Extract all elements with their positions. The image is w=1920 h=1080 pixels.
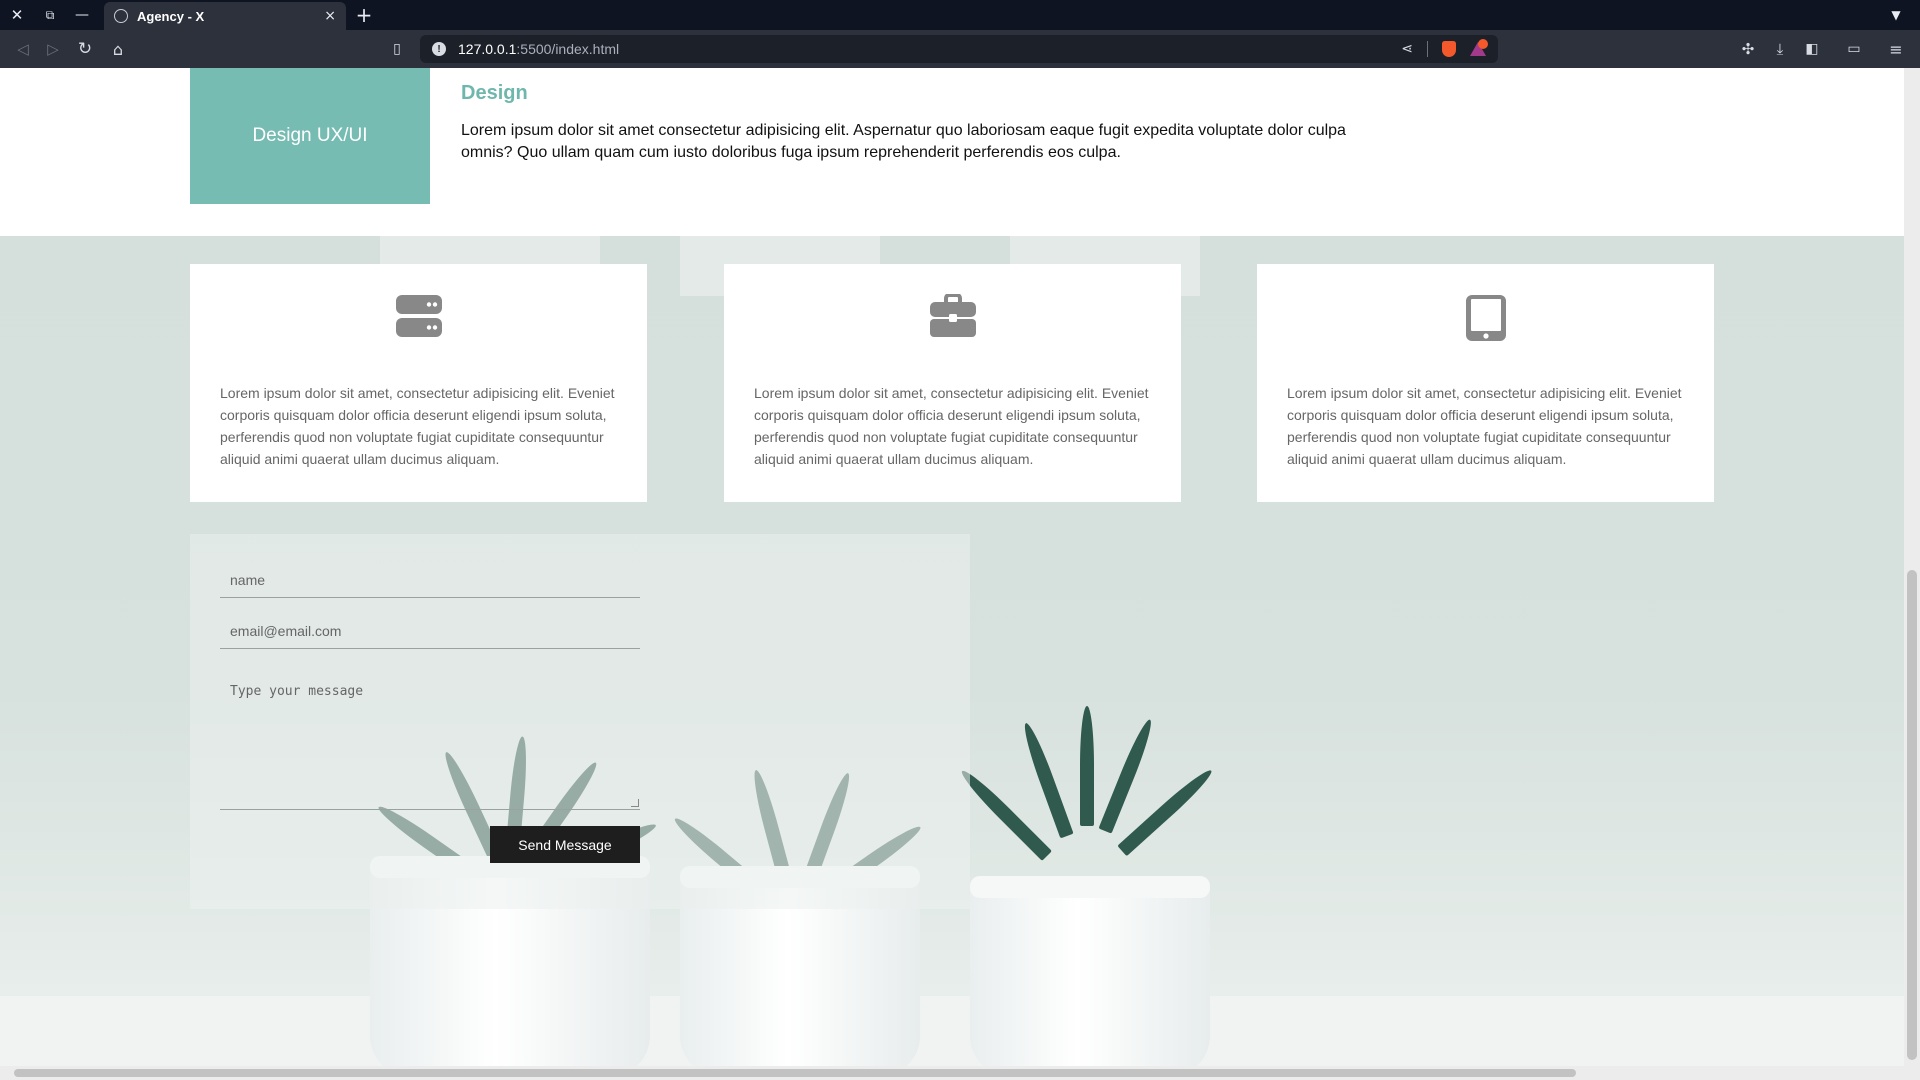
tab-title: Agency - X [137,8,205,24]
tab-list-chevron-icon[interactable]: ▼ [1884,0,1908,30]
resize-handle-icon[interactable] [631,799,639,807]
wallet-icon[interactable]: ▭ [1842,30,1866,68]
service-card-briefcase: Lorem ipsum dolor sit amet, consectetur … [724,264,1181,502]
divider [1427,41,1428,57]
site-info-icon[interactable]: ! [432,42,446,56]
url-path: :5500/index.html [516,41,620,57]
globe-icon [114,9,128,23]
plant-leaf [1019,720,1074,839]
browser-tab-bar: ✕ ⧉ — Agency - X × + ▼ [0,0,1920,30]
card-text: Lorem ipsum dolor sit amet, consectetur … [1287,385,1682,467]
tablet-icon [1465,295,1506,341]
briefcase-icon [929,294,976,337]
message-placeholder: Type your message [230,684,364,699]
design-ux-ui-box: Design UX/UI [190,68,430,204]
plant-leaf [1098,717,1157,834]
card-text: Lorem ipsum dolor sit amet, consectetur … [754,385,1149,467]
window-close-icon[interactable]: ✕ [6,0,28,30]
send-message-button[interactable]: Send Message [490,826,640,863]
reload-icon[interactable]: ↻ [74,30,96,68]
brave-shields-icon[interactable] [1442,41,1456,57]
plant-pot [970,876,1210,1066]
back-icon[interactable]: ◁ [12,30,34,68]
share-icon[interactable]: ⋖ [1401,41,1413,57]
bookmark-icon[interactable]: ▯ [386,30,408,68]
new-tab-button[interactable]: + [352,0,376,30]
plant-leaf [957,766,1052,861]
downloads-icon[interactable]: ⤓ [1768,30,1792,68]
window-restore-icon[interactable]: ⧉ [38,0,62,30]
notification-badge [1478,39,1488,49]
service-card-tablet: Lorem ipsum dolor sit amet, consectetur … [1257,264,1714,502]
design-description: Lorem ipsum dolor sit amet consectetur a… [461,122,1346,161]
card-text: Lorem ipsum dolor sit amet, consectetur … [220,385,615,467]
address-bar[interactable]: ! 127.0.0.1 :5500/index.html ⋖ [420,35,1498,63]
page-viewport: Design UX/UI Design Lorem ipsum dolor si… [0,68,1904,1066]
horizontal-scrollbar-thumb[interactable] [14,1069,1576,1077]
window-minimize-icon[interactable]: — [70,0,94,30]
tab-agency-x[interactable]: Agency - X × [104,2,346,30]
email-input[interactable]: email@email.com [220,613,640,649]
message-textarea[interactable]: Type your message [220,672,640,810]
menu-icon[interactable]: ≡ [1884,30,1908,68]
tab-close-icon[interactable]: × [324,8,336,24]
sidebar-icon[interactable]: ◧ [1800,30,1824,68]
browser-toolbar: ◁ ▷ ↻ ⌂ ▯ ! 127.0.0.1 :5500/index.html ⋖… [0,30,1920,68]
url-host: 127.0.0.1 [458,41,517,57]
service-card-server: Lorem ipsum dolor sit amet, consectetur … [190,264,647,502]
vertical-scrollbar-thumb[interactable] [1907,570,1917,1060]
brave-rewards-icon[interactable] [1470,39,1488,56]
extensions-icon[interactable]: ✣ [1736,30,1760,68]
shelf-surface [0,996,1904,1066]
name-input[interactable]: name [220,562,640,598]
forward-icon[interactable]: ▷ [42,30,64,68]
home-icon[interactable]: ⌂ [106,30,130,68]
plant-leaf [1080,706,1094,826]
server-icon [395,295,442,337]
design-title: Design [461,82,528,104]
contact-form: name email@email.com Type your message S… [190,534,970,909]
